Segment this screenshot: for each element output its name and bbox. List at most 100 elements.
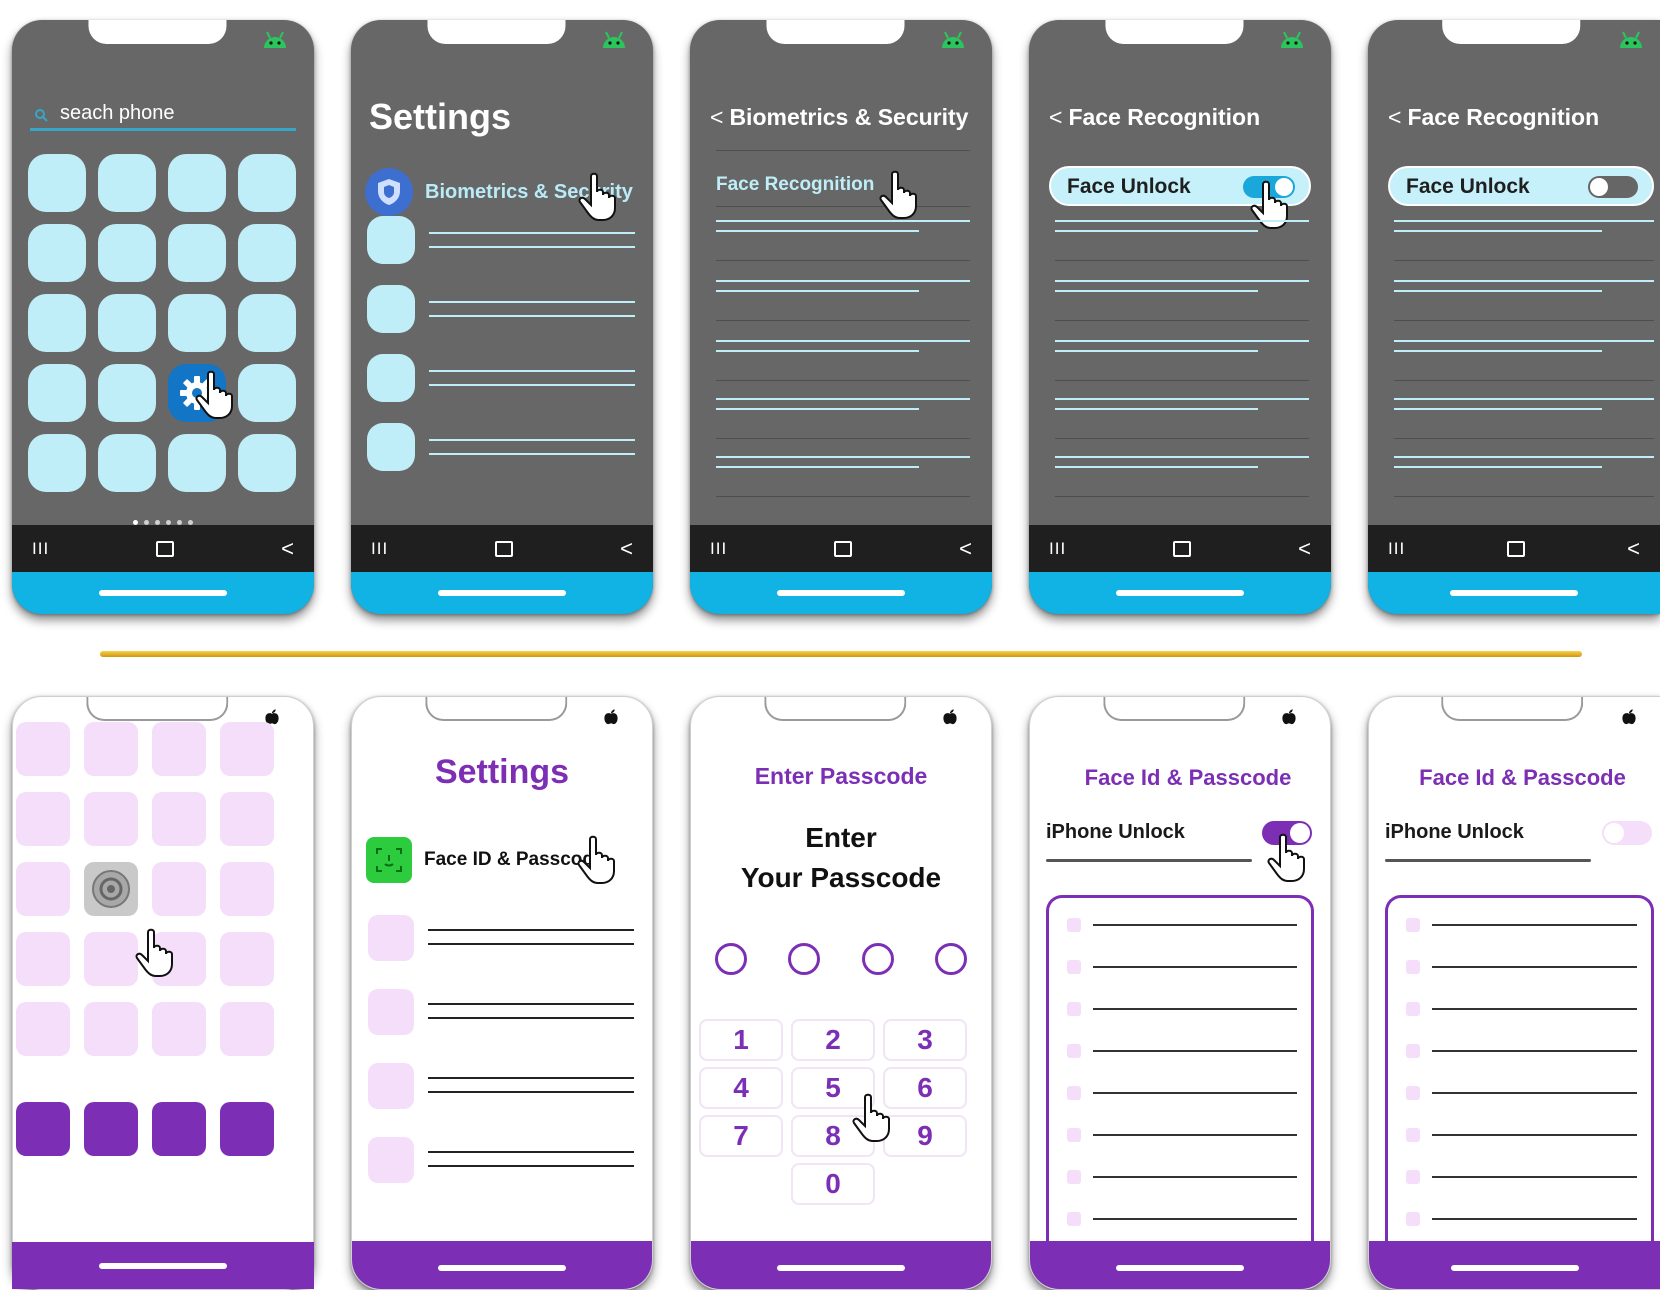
search-input[interactable]: seach phone [60, 102, 175, 125]
home-button[interactable] [1173, 540, 1192, 557]
list-item[interactable] [1067, 914, 1297, 934]
home-indicator[interactable] [1450, 1265, 1579, 1271]
app-icon[interactable] [28, 434, 86, 492]
list-item[interactable] [1067, 1208, 1297, 1228]
app-icon[interactable] [84, 792, 138, 846]
app-icon[interactable] [16, 722, 70, 776]
app-icon[interactable] [16, 932, 70, 986]
iphone-unlock-toggle[interactable] [1602, 821, 1652, 845]
key-0[interactable]: 0 [791, 1163, 875, 1205]
list-item[interactable] [716, 220, 970, 232]
list-item[interactable] [1055, 220, 1309, 232]
list-item[interactable] [1067, 998, 1297, 1018]
list-item[interactable] [1406, 1124, 1637, 1144]
back-button[interactable]: < [1627, 537, 1640, 560]
app-icon[interactable] [98, 154, 156, 212]
list-item[interactable] [716, 340, 970, 352]
list-item[interactable] [368, 1063, 634, 1109]
recents-button[interactable]: III [1049, 539, 1066, 559]
back-button[interactable]: < [959, 537, 972, 560]
list-item[interactable] [1394, 456, 1654, 468]
settings-app-icon[interactable] [168, 364, 226, 422]
app-icon[interactable] [98, 364, 156, 422]
app-icon[interactable] [220, 862, 274, 916]
home-indicator[interactable] [99, 590, 227, 596]
list-item[interactable] [1055, 340, 1309, 352]
home-button[interactable] [156, 540, 175, 557]
home-button[interactable] [834, 540, 853, 557]
list-item[interactable] [1067, 956, 1297, 976]
list-item[interactable] [368, 1137, 634, 1183]
key-2[interactable]: 2 [791, 1019, 875, 1061]
app-icon[interactable] [28, 294, 86, 352]
dock-app-icon[interactable] [220, 1102, 274, 1156]
list-item[interactable] [1406, 1082, 1637, 1102]
key-5[interactable]: 5 [791, 1067, 875, 1109]
app-icon[interactable] [220, 792, 274, 846]
list-item[interactable] [1067, 1166, 1297, 1186]
list-item[interactable] [1406, 1040, 1637, 1060]
list-item[interactable] [1406, 914, 1637, 934]
list-item[interactable] [1394, 340, 1654, 352]
list-item[interactable] [1406, 956, 1637, 976]
list-item[interactable] [1394, 398, 1654, 410]
list-item[interactable] [1055, 398, 1309, 410]
app-icon[interactable] [220, 1002, 274, 1056]
dock-app-icon[interactable] [84, 1102, 138, 1156]
app-icon[interactable] [16, 862, 70, 916]
key-4[interactable]: 4 [699, 1067, 783, 1109]
list-item[interactable] [716, 456, 970, 468]
iphone-unlock-toggle[interactable] [1262, 821, 1312, 845]
app-icon[interactable] [98, 294, 156, 352]
list-item[interactable] [367, 423, 635, 471]
home-indicator[interactable] [438, 1265, 566, 1271]
app-icon[interactable] [152, 862, 206, 916]
home-indicator[interactable] [1450, 590, 1578, 596]
app-icon[interactable] [238, 364, 296, 422]
app-icon[interactable] [84, 1002, 138, 1056]
app-icon[interactable] [168, 154, 226, 212]
app-icon[interactable] [98, 434, 156, 492]
app-icon[interactable] [238, 224, 296, 282]
list-item[interactable] [1067, 1040, 1297, 1060]
back-button[interactable]: < [1298, 537, 1311, 560]
face-recognition-item[interactable]: Face Recognition [716, 174, 874, 196]
recents-button[interactable]: III [710, 539, 727, 559]
app-icon[interactable] [28, 364, 86, 422]
recents-button[interactable]: III [371, 539, 388, 559]
app-icon[interactable] [28, 224, 86, 282]
app-icon[interactable] [28, 154, 86, 212]
recents-button[interactable]: III [1388, 539, 1405, 559]
app-icon[interactable] [238, 434, 296, 492]
home-indicator[interactable] [1116, 590, 1244, 596]
list-item[interactable] [368, 915, 634, 961]
header-back-button[interactable]: < Face Recognition [1388, 104, 1599, 131]
list-item[interactable] [1067, 1082, 1297, 1102]
list-item[interactable] [716, 398, 970, 410]
key-7[interactable]: 7 [699, 1115, 783, 1157]
home-button[interactable] [1507, 540, 1526, 557]
home-indicator[interactable] [1116, 1265, 1244, 1271]
app-icon[interactable] [152, 932, 206, 986]
app-icon[interactable] [16, 1002, 70, 1056]
header-back-button[interactable]: < Face Recognition [1049, 104, 1260, 131]
app-icon[interactable] [220, 932, 274, 986]
app-icon[interactable] [152, 1002, 206, 1056]
search-icon[interactable] [34, 108, 48, 122]
list-item[interactable] [1394, 280, 1654, 292]
key-9[interactable]: 9 [883, 1115, 967, 1157]
app-icon[interactable] [238, 294, 296, 352]
list-item[interactable] [1406, 1208, 1637, 1228]
settings-item-biometrics[interactable]: Biometrics & Security [365, 168, 633, 216]
header-back-button[interactable]: < Biometrics & Security [710, 104, 968, 131]
app-icon[interactable] [168, 224, 226, 282]
home-indicator[interactable] [438, 590, 566, 596]
list-item[interactable] [1055, 280, 1309, 292]
key-3[interactable]: 3 [883, 1019, 967, 1061]
app-icon[interactable] [16, 792, 70, 846]
list-item[interactable] [1406, 998, 1637, 1018]
app-icon[interactable] [84, 932, 138, 986]
face-unlock-row[interactable]: Face Unlock [1388, 166, 1654, 206]
back-button[interactable]: < [281, 537, 294, 560]
list-item[interactable] [367, 285, 635, 333]
